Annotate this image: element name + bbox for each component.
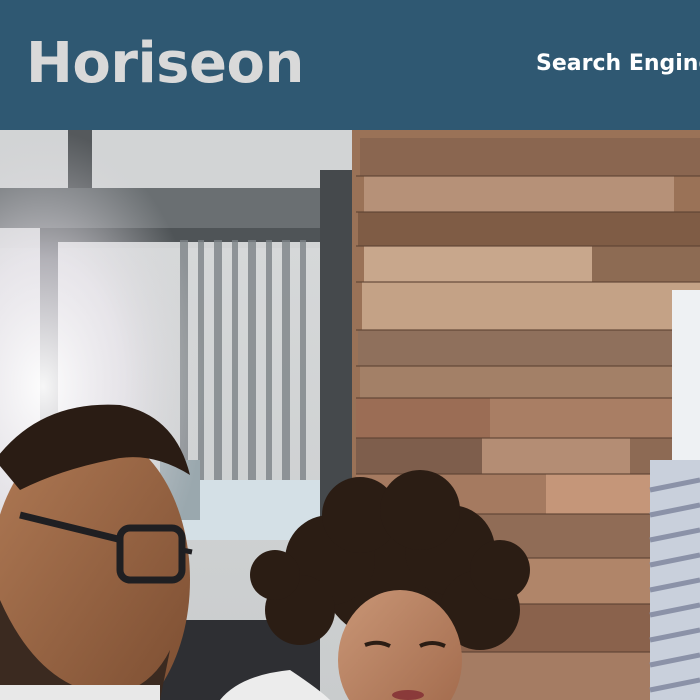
hero-photo xyxy=(0,130,700,700)
site-header: Horiseon Search Engine Optimization xyxy=(0,0,700,130)
hero-image xyxy=(0,130,700,700)
nav-link-search-engine-optimization[interactable]: Search Engine Optimization xyxy=(536,48,700,80)
main-nav: Search Engine Optimization xyxy=(536,48,700,80)
site-logo[interactable]: Horiseon xyxy=(26,30,304,98)
page: Horiseon Search Engine Optimization xyxy=(0,0,700,700)
